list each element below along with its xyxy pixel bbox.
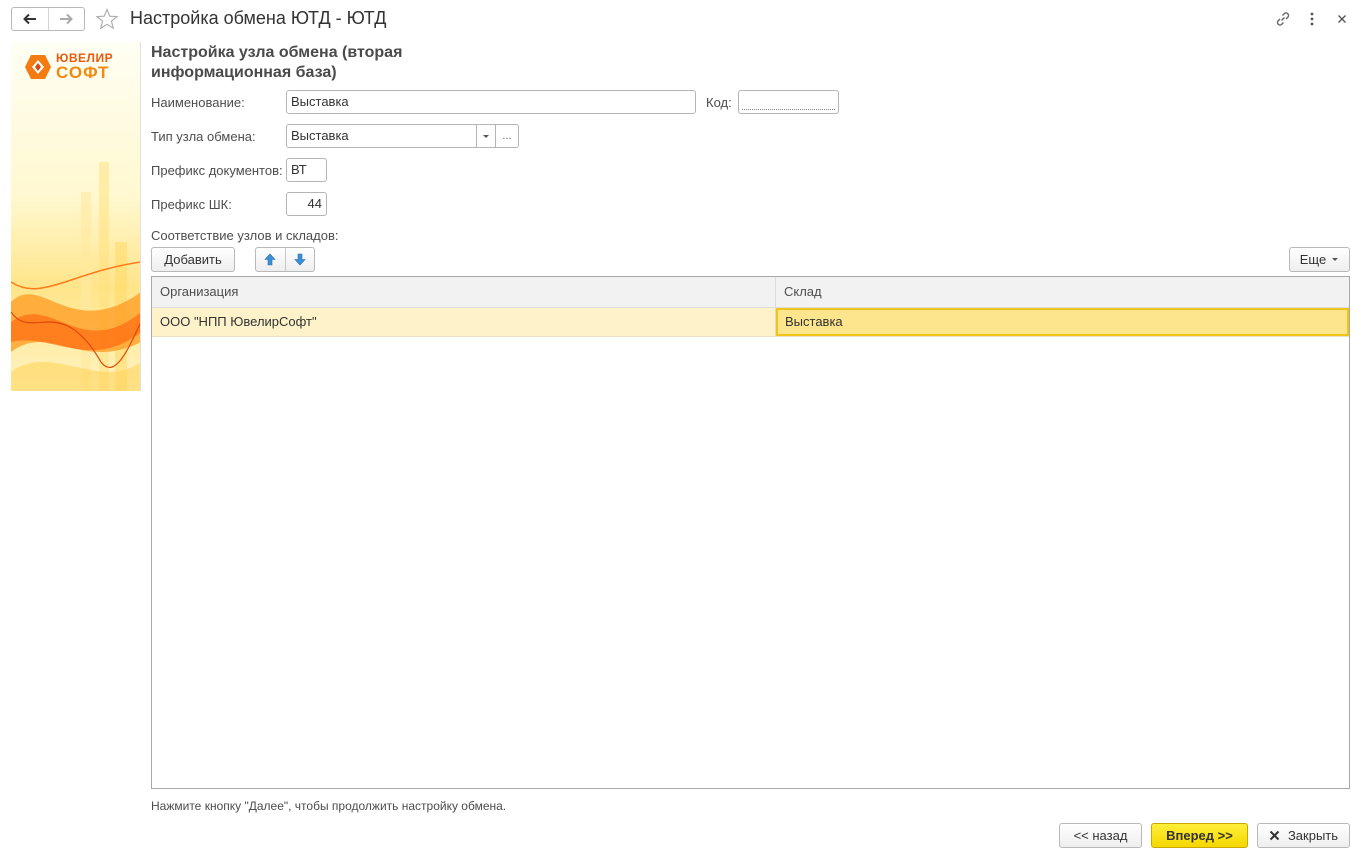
move-buttons (255, 247, 315, 272)
node-type-dropdown-button[interactable] (476, 124, 496, 148)
arrow-up-icon (264, 253, 276, 266)
node-type-select: Выставка ... (286, 124, 519, 148)
next-button[interactable]: Вперед >> (1151, 823, 1248, 848)
close-icon (1269, 830, 1280, 841)
logo-line-2: СОФТ (56, 63, 110, 82)
doc-prefix-label: Префикс документов: (151, 163, 283, 178)
left-banner: ЮВЕЛИР СОФТ (11, 42, 141, 391)
company-logo: ЮВЕЛИР СОФТ (24, 52, 113, 81)
table-header: Организация Склад (152, 277, 1349, 308)
favorite-star-icon[interactable] (95, 7, 119, 33)
arrow-down-icon (294, 253, 306, 266)
back-button[interactable]: << назад (1059, 823, 1142, 848)
chevron-down-icon (483, 134, 489, 138)
close-button-label: Закрыть (1287, 828, 1339, 843)
hint-text: Нажмите кнопку "Далее", чтобы продолжить… (151, 799, 507, 813)
barcode-prefix-field[interactable]: 44 (286, 192, 327, 216)
banner-artwork (11, 162, 140, 391)
close-window-icon[interactable] (1332, 9, 1352, 29)
code-label: Код: (706, 95, 732, 110)
chevron-down-icon (1332, 258, 1339, 261)
doc-prefix-field[interactable]: ВТ (286, 158, 327, 182)
window-title: Настройка обмена ЮТД - ЮТД (130, 8, 387, 28)
move-up-button[interactable] (256, 248, 285, 271)
more-menu-button[interactable]: Еще (1289, 247, 1350, 272)
code-field[interactable] (738, 90, 839, 114)
more-menu-label: Еще (1299, 252, 1327, 267)
column-header-organization[interactable]: Организация (152, 277, 776, 307)
add-button[interactable]: Добавить (151, 247, 235, 272)
mapping-label: Соответствие узлов и складов: (151, 228, 339, 243)
more-vertical-icon[interactable] (1302, 9, 1322, 29)
forward-nav-button[interactable] (47, 8, 85, 30)
node-type-input[interactable]: Выставка (286, 124, 476, 148)
cell-organization[interactable]: ООО "НПП ЮвелирСофт" (152, 308, 776, 336)
node-type-choose-button[interactable]: ... (496, 124, 519, 148)
arrow-left-icon (22, 13, 36, 25)
arrow-right-icon (60, 13, 74, 25)
table-row[interactable]: ООО "НПП ЮвелирСофт" Выставка (152, 308, 1349, 337)
logo-hexagon-icon (25, 54, 51, 79)
mapping-table: Организация Склад ООО "НПП ЮвелирСофт" В… (151, 276, 1350, 789)
form-heading: Настройка узла обмена (вторая информацио… (151, 44, 403, 81)
navigation-buttons (11, 7, 85, 31)
close-button[interactable]: Закрыть (1257, 823, 1350, 848)
name-label: Наименование: (151, 95, 245, 110)
move-down-button[interactable] (284, 248, 315, 271)
column-header-warehouse[interactable]: Склад (776, 277, 1349, 307)
cell-warehouse[interactable]: Выставка (776, 308, 1349, 336)
node-type-label: Тип узла обмена: (151, 129, 256, 144)
link-icon[interactable] (1273, 9, 1293, 29)
barcode-prefix-label: Префикс ШК: (151, 197, 232, 212)
back-nav-button[interactable] (12, 8, 48, 30)
name-field[interactable]: Выставка (286, 90, 696, 114)
